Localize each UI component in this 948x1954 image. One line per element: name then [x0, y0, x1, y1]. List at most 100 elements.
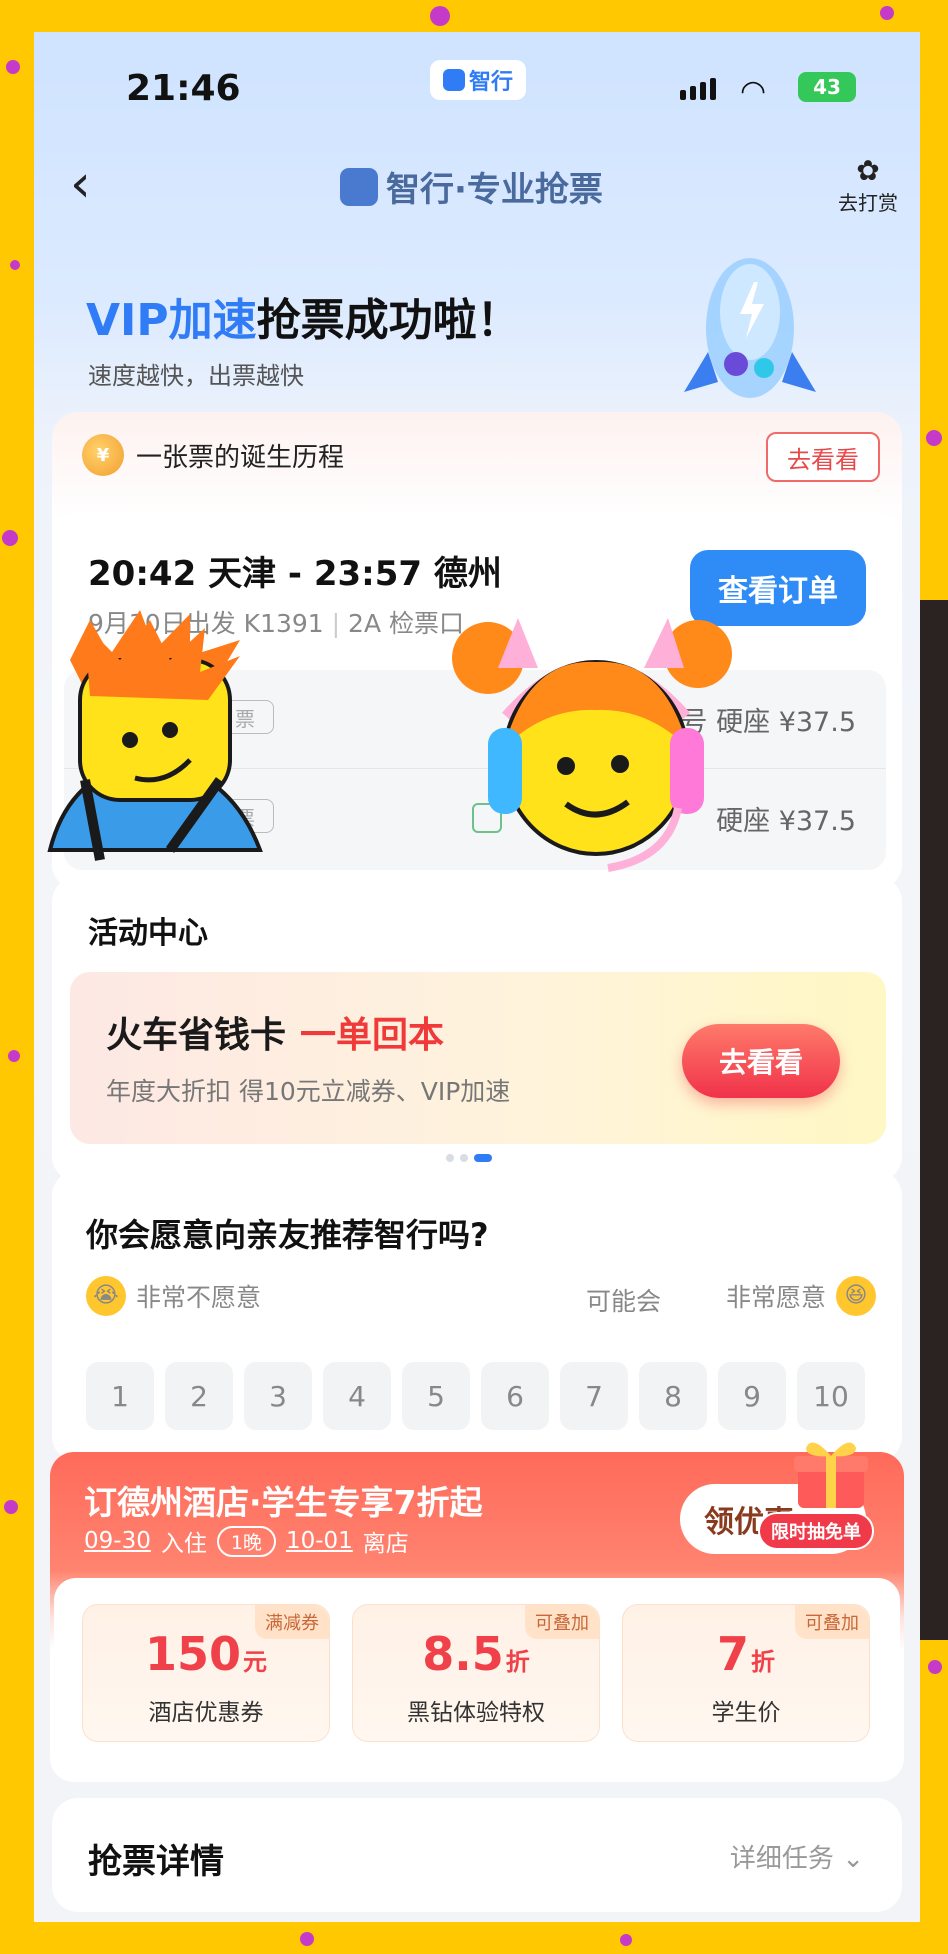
frame-dot [430, 6, 450, 26]
frame-dot [880, 6, 894, 20]
checkin-label: 入住 [160, 1531, 207, 1557]
coupon-value: 8.5折 [353, 1627, 599, 1681]
coupon-card[interactable]: 满减券 150元 酒店优惠券 [82, 1604, 330, 1742]
checkin-date[interactable]: 09-30 [84, 1528, 151, 1554]
rocket-illustration [684, 258, 816, 398]
hotel-promo: 订德州酒店·学生专享7折起 09-30 入住 1晚 10-01 离店 领优惠 限… [50, 1442, 904, 1782]
carousel-dot-active[interactable] [474, 1154, 492, 1162]
tip-button[interactable]: ✿ 去打赏 [828, 154, 908, 216]
carousel-dot[interactable] [460, 1154, 468, 1162]
divider: | [331, 609, 341, 638]
activity-center: 活动中心 火车省钱卡 一单回本 年度大折扣 得10元立减券、VIP加速 去看看 [52, 876, 902, 1182]
detail-tasks-link[interactable]: 详细任务 ⌄ [730, 1838, 864, 1875]
hero-title-rest: 抢票成功啦！ [256, 295, 521, 346]
survey-high-label: 非常愿意 [725, 1283, 826, 1312]
coupon-card[interactable]: 可叠加 8.5折 黑钻体验特权 [352, 1604, 600, 1742]
frame-dot [926, 430, 942, 446]
app-logo-icon [442, 69, 465, 91]
checkout-date[interactable]: 10-01 [286, 1528, 353, 1554]
hero-title-vip: VIP加速 [86, 295, 257, 346]
promo-subtitle: 年度大折扣 得10元立减券、VIP加速 [106, 1077, 511, 1106]
coupon-unit: 元 [243, 1648, 268, 1676]
flower-icon: ✿ [856, 154, 880, 187]
gate-text: 2A 检票口 [348, 609, 465, 638]
coupon-unit: 折 [751, 1648, 775, 1676]
hotel-dates[interactable]: 09-30 入住 1晚 10-01 离店 [84, 1524, 409, 1558]
frame-dot [6, 60, 20, 74]
survey-scale-labels: 😭 非常不愿意 可能会 非常愿意 😆 [86, 1276, 876, 1320]
background-photo-edge [920, 600, 948, 1640]
train-logo-icon [340, 167, 378, 206]
nav-title: 智行·专业抢票 [340, 162, 603, 211]
coupon-list: 满减券 150元 酒店优惠券 可叠加 8.5折 黑钻体验特权 可叠加 7折 学生… [82, 1604, 870, 1742]
app-badge-label: 智行 [468, 70, 513, 95]
limited-free-badge[interactable]: 限时抽免单 [758, 1512, 874, 1550]
frame-dot [8, 1050, 20, 1062]
frame-dot [300, 1932, 314, 1946]
coin-icon: ¥ [82, 434, 124, 476]
coupon-label: 酒店优惠券 [148, 1700, 264, 1726]
score-button-7[interactable]: 7 [560, 1362, 628, 1430]
promo-banner[interactable]: 火车省钱卡 一单回本 年度大折扣 得10元立减券、VIP加速 去看看 [70, 972, 886, 1144]
score-button-8[interactable]: 8 [639, 1362, 707, 1430]
phone-screen: 21:46 智行 ◠ 43 ‹ 智行·专业抢票 ✿ 去打赏 VIP加速抢票成功啦… [34, 32, 920, 1922]
score-button-1[interactable]: 1 [86, 1362, 154, 1430]
promo-title: 火车省钱卡 一单回本 [106, 1006, 444, 1058]
coupon-panel: 满减券 150元 酒店优惠券 可叠加 8.5折 黑钻体验特权 可叠加 7折 学生… [54, 1578, 900, 1776]
status-time: 21:46 [126, 68, 241, 109]
coupon-amount: 150 [144, 1627, 242, 1681]
score-button-3[interactable]: 3 [244, 1362, 312, 1430]
hero-title: VIP加速抢票成功啦！ [86, 284, 521, 348]
route-text: 20:42 天津 - 23:57 德州 [88, 554, 502, 594]
survey-low: 😭 非常不愿意 [86, 1276, 261, 1316]
grab-details: 抢票详情 详细任务 ⌄ [52, 1798, 902, 1912]
coupon-card[interactable]: 可叠加 7折 学生价 [622, 1604, 870, 1742]
promo-title-main: 火车省钱卡 [106, 1015, 287, 1056]
gift-box-icon [794, 1442, 868, 1508]
wifi-icon: ◠ [740, 74, 767, 109]
coupon-label: 黑钻体验特权 [407, 1700, 545, 1726]
battery-icon: 43 [798, 72, 856, 102]
promo-title-highlight: 一单回本 [300, 1015, 445, 1056]
laughing-face-icon: 😆 [836, 1276, 876, 1316]
survey-question: 你会愿意向亲友推荐智行吗? [86, 1216, 489, 1254]
score-button-6[interactable]: 6 [481, 1362, 549, 1430]
coupon-amount: 7 [716, 1627, 749, 1681]
carousel-dot[interactable] [446, 1154, 454, 1162]
back-chevron-icon[interactable]: ‹ [70, 158, 91, 210]
frame-dot [4, 1500, 18, 1514]
crying-face-icon: 😭 [86, 1276, 126, 1316]
score-button-10[interactable]: 10 [797, 1362, 865, 1430]
coupon-unit: 折 [505, 1648, 530, 1676]
score-button-5[interactable]: 5 [402, 1362, 470, 1430]
chevron-down-icon: ⌄ [842, 1844, 864, 1874]
grab-details-title: 抢票详情 [88, 1842, 224, 1882]
coupon-value: 150元 [83, 1627, 329, 1681]
tip-label: 去打赏 [838, 190, 898, 215]
frame-dot [10, 260, 20, 270]
hero-subtitle: 速度越快，出票越快 [88, 362, 304, 390]
ticket-history-label: 一张票的诞生历程 [136, 442, 345, 473]
coupon-value: 7折 [623, 1627, 869, 1681]
activity-title: 活动中心 [88, 916, 208, 951]
ticket-history-row: ¥ 一张票的诞生历程 [82, 434, 344, 476]
coupon-label: 学生价 [711, 1700, 781, 1726]
ticket-history-button[interactable]: 去看看 [766, 432, 880, 482]
app-badge: 智行 [430, 60, 526, 100]
score-button-4[interactable]: 4 [323, 1362, 391, 1430]
battery-level: 43 [813, 75, 841, 99]
frame-dot [620, 1934, 632, 1946]
hotel-title: 订德州酒店·学生专享7折起 [84, 1483, 483, 1522]
nav-title-text: 智行·专业抢票 [386, 170, 603, 210]
survey-mid-label: 可能会 [586, 1287, 662, 1316]
score-button-2[interactable]: 2 [165, 1362, 233, 1430]
carousel-dots[interactable] [446, 1154, 492, 1162]
score-button-9[interactable]: 9 [718, 1362, 786, 1430]
frame-dot [928, 1660, 942, 1674]
survey-high: 非常愿意 😆 [726, 1276, 876, 1316]
frame-dot [2, 530, 18, 546]
boy-sticker [47, 610, 263, 861]
checkout-label: 离店 [362, 1531, 409, 1557]
promo-button[interactable]: 去看看 [682, 1024, 840, 1098]
girl-sticker [452, 618, 732, 872]
